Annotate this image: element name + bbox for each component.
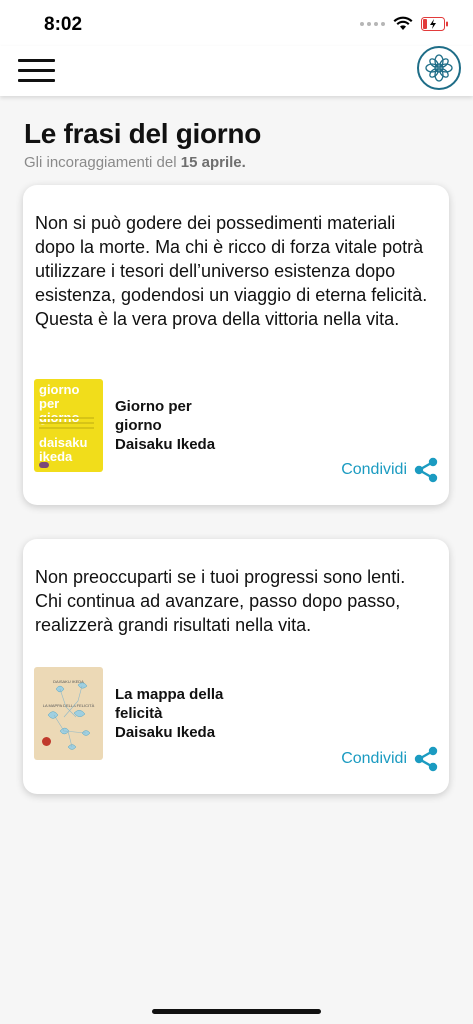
share-button[interactable]: Condividi xyxy=(341,457,439,483)
share-icon xyxy=(414,457,438,483)
page-title: Le frasi del giorno xyxy=(24,118,262,149)
share-icon xyxy=(414,746,438,772)
book-cover[interactable]: giorno per giorno daisaku ikeda xyxy=(34,379,103,472)
signal-icon xyxy=(360,21,385,26)
book-cover[interactable]: DAISAKU IKEDA LA MAPPA DELLA FELICITÀ xyxy=(34,667,103,760)
publisher-badge xyxy=(39,462,49,468)
publisher-badge xyxy=(42,737,51,746)
book-title: Giorno per giorno xyxy=(115,398,192,434)
share-label: Condividi xyxy=(341,750,407,767)
book-author: Daisaku Ikeda xyxy=(115,724,216,741)
quote-card: Non preoccuparti se i tuoi progressi son… xyxy=(23,539,449,794)
quote-card: Non si può godere dei possedimenti mater… xyxy=(23,185,449,505)
subtitle-date: 15 aprile. xyxy=(180,154,246,171)
book-author: Daisaku Ikeda xyxy=(115,436,216,453)
book-info: La mappa della felicità Daisaku Ikeda xyxy=(115,685,225,742)
wifi-icon xyxy=(393,16,413,30)
cover-text-lines xyxy=(39,417,94,432)
status-time: 8:02 xyxy=(44,14,83,35)
status-icons xyxy=(360,16,449,31)
quote-text: Non preoccuparti se i tuoi progressi son… xyxy=(35,567,406,635)
home-indicator[interactable] xyxy=(152,1009,321,1014)
mandala-logo-icon[interactable] xyxy=(417,46,461,90)
app-bar xyxy=(0,46,473,96)
book-reference[interactable]: giorno per giorno daisaku ikeda Giorno p… xyxy=(34,379,225,472)
book-reference[interactable]: DAISAKU IKEDA LA MAPPA DELLA FELICITÀ La… xyxy=(34,667,225,760)
hamburger-menu-icon[interactable] xyxy=(18,56,56,82)
quote-text: Non si può godere dei possedimenti mater… xyxy=(35,213,428,329)
share-label: Condividi xyxy=(341,461,407,478)
battery-charging-icon xyxy=(421,16,448,31)
cover-author: daisaku ikeda xyxy=(39,435,88,464)
cover-illustration xyxy=(47,682,91,750)
status-bar: 8:02 xyxy=(0,0,473,46)
page-subtitle: Gli incoraggiamenti del 15 aprile. xyxy=(24,154,246,171)
share-button[interactable]: Condividi xyxy=(341,746,439,772)
book-info: Giorno per giorno Daisaku Ikeda xyxy=(115,397,225,454)
book-title: La mappa della felicità xyxy=(115,686,224,722)
subtitle-prefix: Gli incoraggiamenti del xyxy=(24,154,177,171)
